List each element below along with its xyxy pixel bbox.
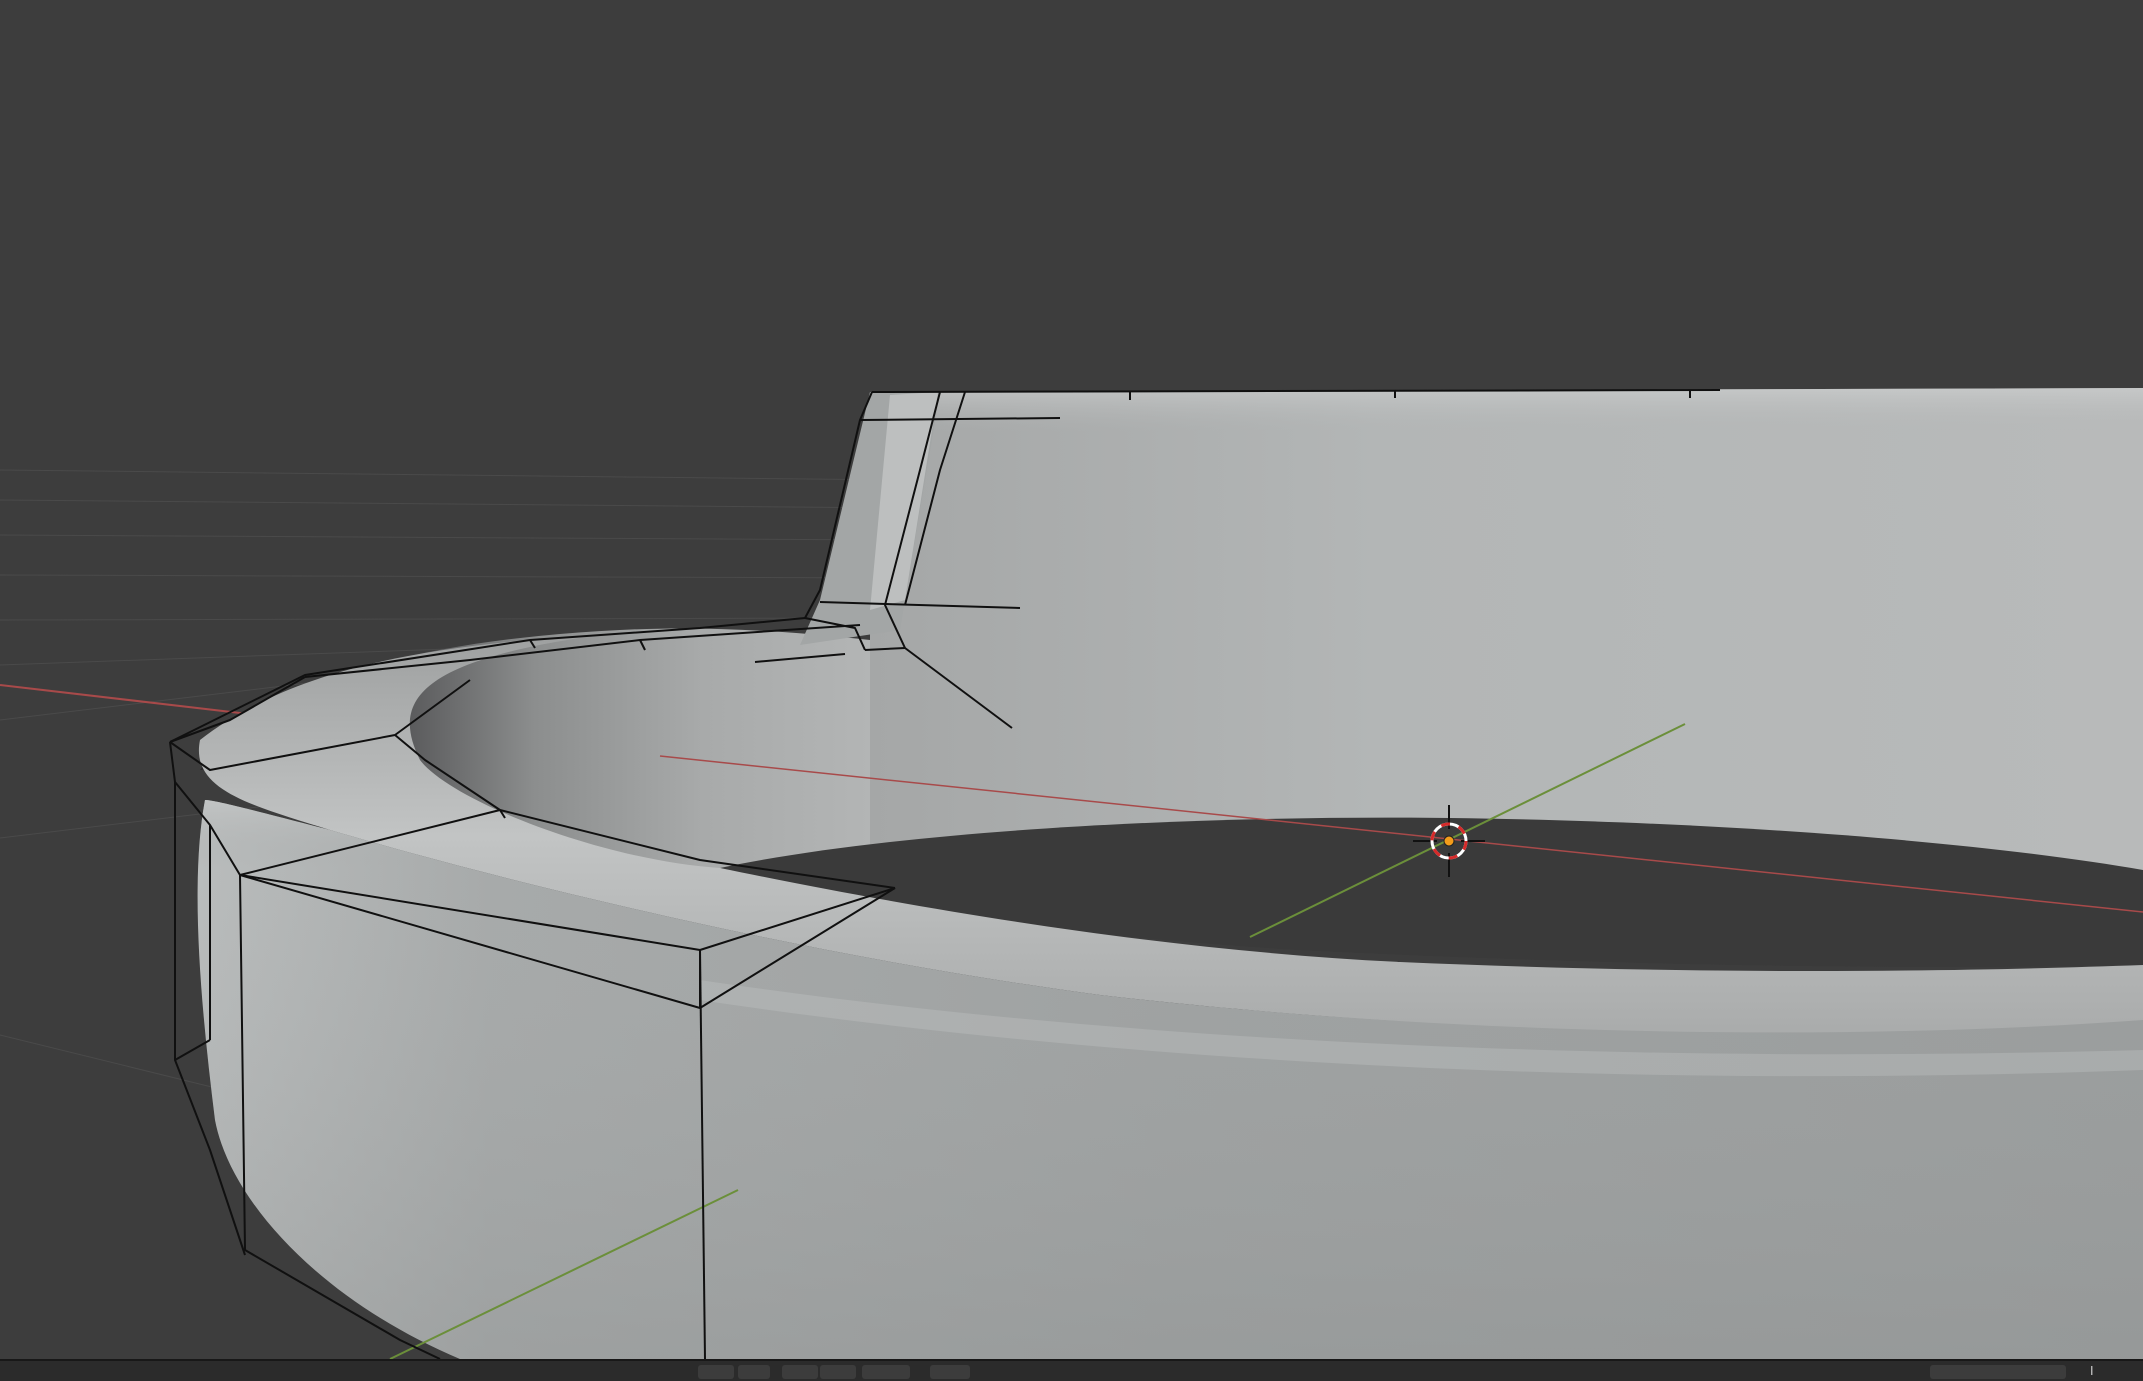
status-bar: I <box>0 1359 2143 1381</box>
3d-viewport[interactable] <box>0 0 2143 1359</box>
statusbar-button[interactable] <box>782 1365 818 1379</box>
viewport-canvas[interactable] <box>0 0 2143 1359</box>
object-origin-icon <box>1443 835 1455 847</box>
statusbar-button[interactable] <box>1930 1365 2066 1379</box>
statusbar-button[interactable] <box>930 1365 970 1379</box>
statusbar-button[interactable] <box>820 1365 856 1379</box>
statusbar-button[interactable] <box>862 1365 910 1379</box>
statusbar-right-label: I <box>2090 1364 2094 1378</box>
statusbar-button[interactable] <box>698 1365 734 1379</box>
statusbar-button[interactable] <box>738 1365 770 1379</box>
